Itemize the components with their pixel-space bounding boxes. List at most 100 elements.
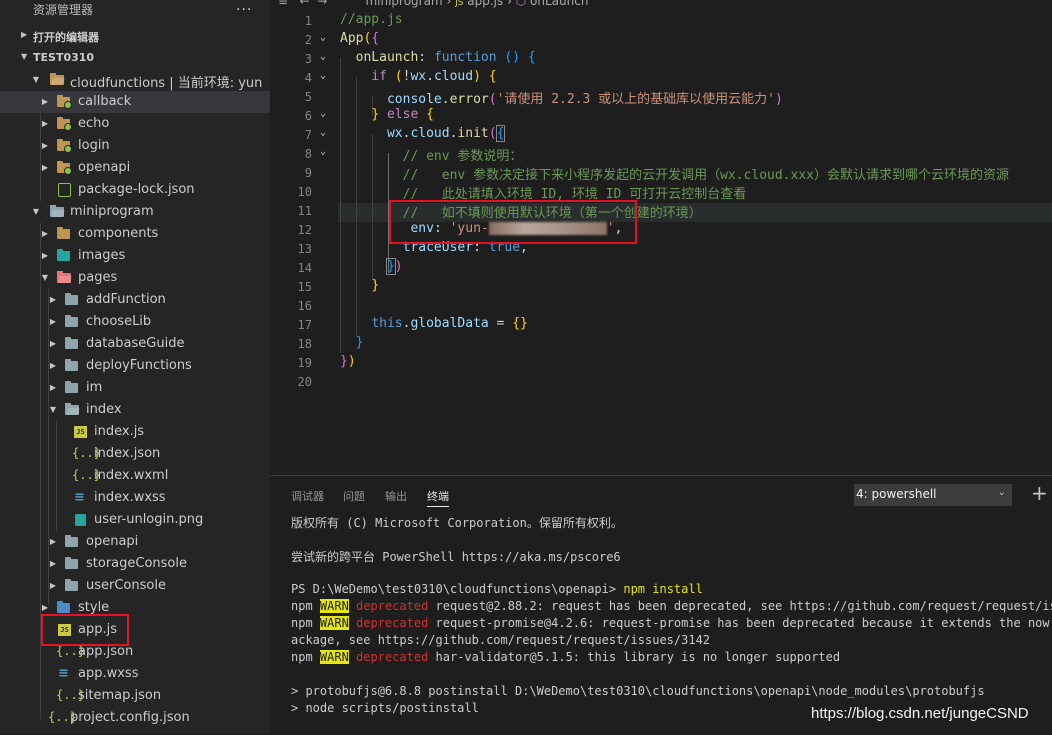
tree-folder-storageConsole[interactable]: ▶ storageConsole bbox=[0, 553, 270, 575]
package-icon bbox=[58, 183, 71, 197]
tree-folder-pages[interactable]: ▼ pages bbox=[0, 267, 270, 289]
tree-file-app-js[interactable]: JS app.js bbox=[0, 619, 270, 641]
fold-chevron-icon[interactable]: ⌄ bbox=[320, 70, 326, 81]
tree-file-index-wxml[interactable]: {..} index.wxml bbox=[0, 465, 270, 487]
hamburger-icon[interactable]: ≡ bbox=[278, 0, 288, 8]
tree-label: app.js bbox=[78, 622, 117, 637]
tab-problems[interactable]: 问题 bbox=[343, 488, 365, 504]
tree-folder-login[interactable]: ▶ login bbox=[0, 135, 270, 157]
code-line-10: // 此处请填入环境 ID, 环境 ID 可打开云控制台查看 bbox=[402, 187, 747, 202]
chevron-right-icon: ▶ bbox=[49, 295, 57, 304]
folder-icon bbox=[57, 601, 70, 613]
folder-open-icon bbox=[65, 403, 79, 415]
workspace-section[interactable]: ▼ TEST0310 bbox=[0, 47, 270, 69]
breadcrumb-symbol[interactable]: onLaunch bbox=[530, 0, 588, 8]
tree-file-project-config[interactable]: {..} project.config.json bbox=[0, 707, 270, 729]
tree-label: cloudfunctions | 当前环境: yun bbox=[70, 76, 263, 91]
tree-folder-components[interactable]: ▶ components bbox=[0, 223, 270, 245]
fold-chevron-icon[interactable]: ⌄ bbox=[320, 146, 326, 157]
tree-label: userConsole bbox=[86, 578, 166, 593]
js-file-icon: JS bbox=[58, 624, 71, 636]
folder-icon bbox=[57, 249, 70, 261]
line-number: 12 bbox=[297, 223, 312, 237]
folder-open-icon bbox=[50, 73, 64, 85]
line-number: 2 bbox=[304, 33, 312, 47]
tree-folder-userConsole[interactable]: ▶ userConsole bbox=[0, 575, 270, 597]
tree-folder-openapi[interactable]: ▶ openapi bbox=[0, 157, 270, 179]
breadcrumb-folder[interactable]: miniprogram bbox=[365, 0, 442, 8]
back-arrow-icon[interactable]: ← bbox=[300, 0, 310, 8]
terminal-line: > node scripts/postinstall bbox=[291, 701, 479, 715]
fold-chevron-icon[interactable]: ⌄ bbox=[320, 127, 326, 138]
tree-folder-im[interactable]: ▶ im bbox=[0, 377, 270, 399]
line-number: 20 bbox=[297, 375, 312, 389]
tree-file-index-wxss[interactable]: ≡ index.wxss bbox=[0, 487, 270, 509]
chevron-right-icon: ▶ bbox=[41, 97, 49, 106]
terminal-select[interactable]: 4: powershell ⌄ bbox=[854, 484, 1012, 506]
tree-file-index-json[interactable]: {..} index.json bbox=[0, 443, 270, 465]
code-line-8: // env 参数说明： bbox=[402, 149, 523, 164]
line-number: 3 bbox=[304, 52, 312, 66]
cloud-folder-icon bbox=[57, 95, 72, 109]
tree-folder-addFunction[interactable]: ▶ addFunction bbox=[0, 289, 270, 311]
tree-label: miniprogram bbox=[70, 204, 154, 219]
add-terminal-icon[interactable]: + bbox=[1031, 481, 1048, 505]
terminal-line: PS D:\WeDemo\test0310\cloudfunctions\ope… bbox=[291, 582, 703, 596]
line-number: 6 bbox=[304, 109, 312, 123]
code-line-12: env: 'yun- ', bbox=[410, 221, 623, 236]
fold-chevron-icon[interactable]: ⌄ bbox=[320, 32, 326, 43]
tree-folder-echo[interactable]: ▶ echo bbox=[0, 113, 270, 135]
tree-folder-style[interactable]: ▶ style bbox=[0, 597, 270, 619]
fold-chevron-icon[interactable]: ⌄ bbox=[320, 51, 326, 62]
code-editor[interactable]: 1 2 3 4 5 6 7 8 9 10 11 12 13 14 15 16 17 18 19 20 ⌄ ⌄ ⌄ ⌄ … bbox=[270, 11, 1052, 475]
tree-folder-databaseGuide[interactable]: ▶ databaseGuide bbox=[0, 333, 270, 355]
tree-folder-chooseLib[interactable]: ▶ chooseLib bbox=[0, 311, 270, 333]
tree-label: components bbox=[78, 226, 159, 241]
more-actions-icon[interactable]: ... bbox=[236, 0, 252, 14]
tree-label: storageConsole bbox=[86, 556, 187, 571]
terminal-line: npm WARN deprecated har-validator@5.1.5:… bbox=[291, 650, 841, 664]
tree-file-sitemap-json[interactable]: {..} sitemap.json bbox=[0, 685, 270, 707]
breadcrumb-file[interactable]: app.js bbox=[467, 0, 503, 8]
terminal-line: npm WARN deprecated request@2.88.2: requ… bbox=[291, 599, 1052, 613]
forward-arrow-icon[interactable]: → bbox=[317, 0, 327, 8]
tree-label: deployFunctions bbox=[86, 358, 192, 373]
line-number: 16 bbox=[297, 299, 312, 313]
tree-folder-images[interactable]: ▶ images bbox=[0, 245, 270, 267]
chevron-right-icon: ▶ bbox=[49, 559, 57, 568]
fold-chevron-icon[interactable]: ⌄ bbox=[320, 108, 326, 119]
chevron-right-icon: ▶ bbox=[21, 30, 28, 39]
explorer-title: 资源管理器 bbox=[33, 3, 94, 17]
tree-folder-openapi-page[interactable]: ▶ openapi bbox=[0, 531, 270, 553]
terminal-line: > protobufjs@6.8.8 postinstall D:\WeDemo… bbox=[291, 684, 985, 698]
folder-open-icon bbox=[57, 271, 71, 283]
cloud-folder-icon bbox=[57, 117, 72, 131]
js-file-icon: JS bbox=[74, 426, 87, 438]
tree-file-user-unlogin[interactable]: user-unlogin.png bbox=[0, 509, 270, 531]
tree-folder-callback[interactable]: ▶ callback bbox=[0, 91, 270, 113]
tree-folder-miniprogram[interactable]: ▼ miniprogram bbox=[0, 201, 270, 223]
tree-label: index.wxml bbox=[94, 468, 169, 483]
chevron-right-icon: › bbox=[446, 0, 456, 8]
chevron-right-icon: › bbox=[507, 0, 516, 8]
tree-folder-index[interactable]: ▼ index bbox=[0, 399, 270, 421]
tree-label: index.js bbox=[94, 424, 145, 439]
tab-debugger[interactable]: 调试器 bbox=[291, 488, 324, 504]
code-line-15: } bbox=[371, 278, 380, 293]
tree-file-package-lock[interactable]: package-lock.json bbox=[0, 179, 270, 201]
chevron-right-icon: ▶ bbox=[49, 537, 57, 546]
line-number: 9 bbox=[304, 166, 312, 180]
tree-file-index-js[interactable]: JS index.js bbox=[0, 421, 270, 443]
tree-label: chooseLib bbox=[86, 314, 152, 329]
tab-terminal[interactable]: 终端 bbox=[427, 488, 449, 507]
tab-output[interactable]: 输出 bbox=[385, 488, 407, 504]
open-editors-section[interactable]: ▶ 打开的编辑器 bbox=[0, 25, 270, 47]
chevron-right-icon: ▶ bbox=[49, 383, 57, 392]
tree-file-app-wxss[interactable]: ≡ app.wxss bbox=[0, 663, 270, 685]
tree-folder-cloudfunctions[interactable]: ▼ cloudfunctions | 当前环境: yun bbox=[0, 69, 270, 91]
tree-label: login bbox=[78, 138, 110, 153]
tree-folder-deployFunctions[interactable]: ▶ deployFunctions bbox=[0, 355, 270, 377]
line-number: 10 bbox=[297, 185, 312, 199]
tree-file-app-json[interactable]: {..} app.json bbox=[0, 641, 270, 663]
terminal-line: 版权所有 (C) Microsoft Corporation。保留所有权利。 bbox=[291, 516, 623, 530]
